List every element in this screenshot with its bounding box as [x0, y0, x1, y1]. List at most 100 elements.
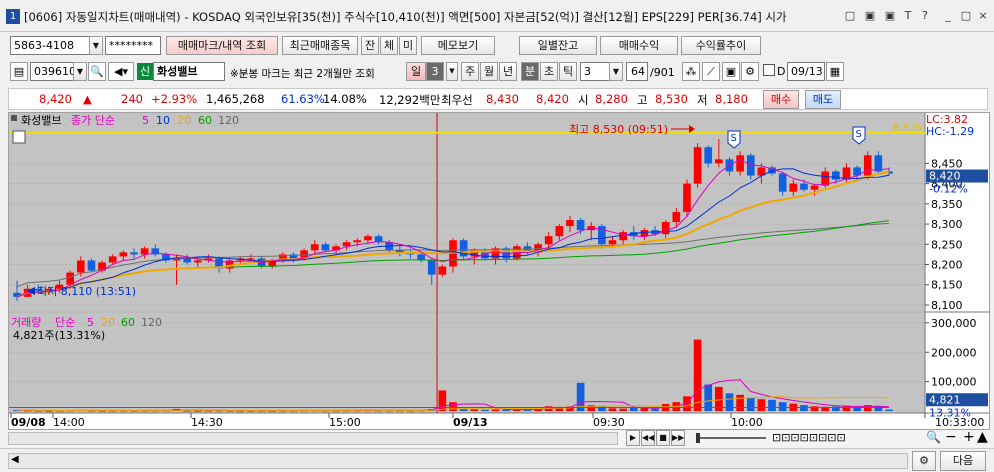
next-button[interactable]: 다음: [940, 451, 986, 471]
stop-icon: ■: [659, 433, 667, 442]
trade-mark-query-button[interactable]: 매매마크/내역 조회: [166, 36, 278, 55]
stock-code-dropdown[interactable]: ▼: [73, 62, 87, 81]
candle-body: [183, 258, 191, 263]
candle-body: [193, 260, 202, 263]
unexecuted-button[interactable]: 미: [399, 36, 417, 55]
close-icon[interactable]: ×: [975, 8, 991, 24]
candle-body: [438, 266, 447, 275]
window-title: [0606] 자동일지차트(매매내역) - KOSDAQ 외국인보유[35(천)…: [24, 10, 787, 24]
high-line-label: 8,526: [893, 123, 922, 134]
price-volume-chart[interactable]: 8,526최고 8,530 (09:51)최저 8,110 (13:51)S S …: [9, 113, 989, 429]
volume-bar: [778, 402, 787, 411]
chevron-down-icon: ▼: [76, 67, 84, 76]
rewind-icon: ◀◀: [642, 433, 655, 442]
scroll-right-button[interactable]: ▶: [626, 430, 640, 446]
scroll-left-icon[interactable]: ◀: [11, 454, 19, 465]
window-copy-icon[interactable]: ▣: [862, 8, 878, 24]
day-count[interactable]: 3: [426, 62, 444, 81]
bottom-scrollbar[interactable]: ◀: [8, 453, 908, 469]
candle-body: [364, 236, 372, 241]
candle-body: [736, 155, 744, 172]
calendar-icon[interactable]: ▦: [826, 62, 844, 81]
chart-setting-icon[interactable]: ▤: [10, 62, 28, 81]
recent-trades-button[interactable]: 최근매매종목: [282, 36, 358, 55]
tab-second[interactable]: 초: [540, 62, 558, 81]
tab-year[interactable]: 년: [499, 62, 517, 81]
speaker-icon[interactable]: ◀▾: [108, 62, 134, 81]
help-icon[interactable]: ?: [917, 8, 933, 24]
candle-body: [566, 220, 574, 227]
day-count-dropdown[interactable]: ▼: [446, 62, 458, 81]
date-input[interactable]: 09/13: [787, 62, 825, 81]
speed-slider[interactable]: [696, 437, 766, 439]
window-link-icon[interactable]: ▣: [882, 8, 898, 24]
minimize-icon[interactable]: _: [940, 8, 956, 24]
volume-bar: [481, 409, 489, 411]
stock-code-input[interactable]: 039610: [30, 62, 74, 81]
candle-body: [704, 147, 713, 164]
chart-area[interactable]: 8,526 최고 8,530 (09:51) 최저 8,110 (13:51) S S …: [8, 112, 990, 430]
high-label: 고: [637, 93, 648, 107]
interval-dropdown[interactable]: ▼: [609, 62, 623, 81]
table-icon[interactable]: [12, 130, 26, 144]
zoom-in-icon[interactable]: +: [963, 429, 975, 445]
tab-minute[interactable]: 분: [521, 62, 539, 81]
tab-tick[interactable]: 틱: [559, 62, 577, 81]
candle-body: [810, 185, 819, 190]
tab-week[interactable]: 주: [461, 62, 479, 81]
maximize-icon[interactable]: □: [958, 8, 974, 24]
expand-icon[interactable]: ▲: [977, 429, 988, 445]
layout-icon[interactable]: □: [842, 8, 858, 24]
count-input[interactable]: 64: [626, 62, 648, 81]
forward-button[interactable]: ▶▶: [671, 430, 685, 446]
save-icon[interactable]: ▣: [722, 62, 740, 81]
chart-tool-icons[interactable]: ⊡⊡⊡⊡⊡⊡⊡⊡: [772, 431, 846, 444]
buy-button[interactable]: 매수: [763, 90, 799, 109]
low-label: 저: [697, 93, 708, 107]
volume-bar: [768, 399, 776, 411]
trade-profit-button[interactable]: 매매수익: [600, 36, 678, 55]
account-input[interactable]: 5863-4108: [10, 36, 90, 55]
chart-control-row: ▶ ◀◀ ■ ▶▶ ⊡⊡⊡⊡⊡⊡⊡⊡ 🔍 − + ▲: [8, 429, 990, 447]
gear-icon[interactable]: ⚙: [741, 62, 759, 81]
daily-balance-button[interactable]: 일별잔고: [519, 36, 597, 55]
vma20-label: 20: [101, 316, 115, 329]
best-ask: 8,430: [486, 92, 519, 106]
vma60-label: 60: [121, 316, 135, 329]
stop-button[interactable]: ■: [656, 430, 670, 446]
d-checkbox[interactable]: [763, 64, 775, 76]
chevron-down-icon: ▼: [92, 41, 100, 50]
candle-body: [683, 183, 691, 212]
candle-body: [310, 244, 319, 251]
vma5-label: 5: [87, 316, 94, 329]
memo-button[interactable]: 메모보기: [421, 36, 495, 55]
draw-line-icon[interactable]: ⟋: [702, 62, 720, 81]
interval-input[interactable]: 3: [580, 62, 610, 81]
gear-button[interactable]: ⚙: [912, 451, 936, 471]
zoom-icon[interactable]: 🔍: [926, 430, 941, 444]
search-icon[interactable]: 🔍: [88, 62, 106, 81]
sell-button[interactable]: 매도: [805, 90, 841, 109]
zoom-out-icon[interactable]: −: [945, 429, 957, 445]
window-number: 1: [6, 9, 20, 24]
chevron-down-icon: ▼: [449, 67, 455, 75]
indicator-icon[interactable]: ⁂: [682, 62, 700, 81]
font-icon[interactable]: T: [900, 8, 916, 24]
account-dropdown-button[interactable]: ▼: [89, 36, 103, 55]
candle-body: [800, 183, 808, 190]
rewind-button[interactable]: ◀◀: [641, 430, 655, 446]
fast-forward-icon: ▶▶: [672, 433, 685, 442]
slider-handle[interactable]: [696, 433, 700, 443]
tab-day[interactable]: 일: [406, 62, 426, 81]
price-legend-name: 화성밸브: [21, 114, 61, 127]
balance-button[interactable]: 잔: [361, 36, 379, 55]
low-annotation: 최저 8,110 (13:51): [37, 285, 136, 298]
time-label: 09/13: [453, 416, 488, 429]
horizontal-scrollbar[interactable]: [8, 432, 618, 445]
tab-month[interactable]: 월: [480, 62, 498, 81]
time-label: 14:00: [53, 416, 85, 429]
password-input[interactable]: ********: [105, 36, 161, 55]
executed-button[interactable]: 체: [380, 36, 398, 55]
profit-trend-button[interactable]: 수익률추이: [681, 36, 761, 55]
gear-icon: ⚙: [919, 454, 929, 467]
